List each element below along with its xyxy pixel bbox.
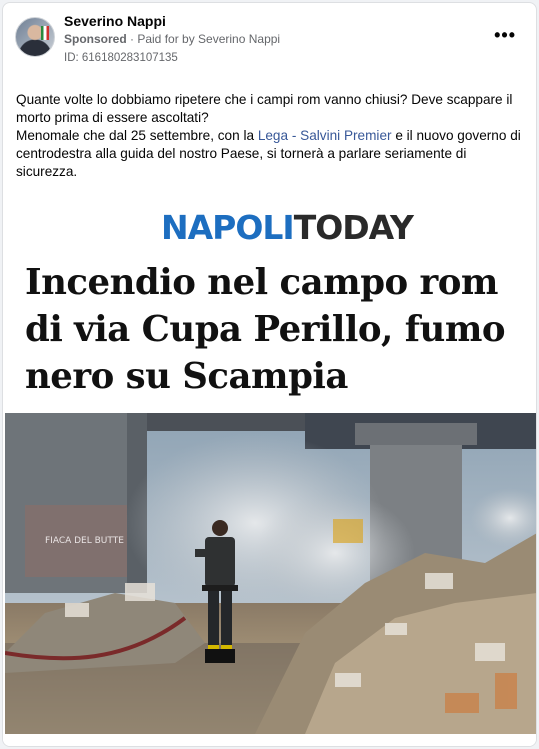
lega-salvini-link[interactable]: Lega - Salvini Premier — [258, 128, 392, 143]
photo-illustration: FIACA DEL BUTTE — [5, 413, 536, 734]
post-meta: Sponsored · Paid for by Severino Nappi — [64, 32, 280, 46]
post-header: Severino Nappi Sponsored · Paid for by S… — [3, 3, 536, 75]
ad-id: ID: 616180283107135 — [64, 52, 178, 64]
post-text-line-1: Quante volte lo dobbiamo ripetere che i … — [16, 92, 513, 125]
text-before-link: Menomale che dal 25 settembre, con la — [16, 128, 258, 143]
post-text: Quante volte lo dobbiamo ripetere che i … — [16, 91, 531, 181]
paid-for-label: · Paid for by Severino Nappi — [126, 32, 281, 46]
flag-icon — [41, 26, 49, 40]
news-headline: Incendio nel campo rom di via Cupa Peril… — [25, 262, 506, 397]
sponsored-label[interactable]: Sponsored — [64, 32, 127, 46]
graffiti-text: FIACA DEL BUTTE — [45, 536, 124, 546]
sponsored-post-card: Severino Nappi Sponsored · Paid for by S… — [2, 2, 537, 747]
napolitoday-logo: NAPOLITODAY — [161, 208, 414, 247]
fire-scene-photo: FIACA DEL BUTTE — [5, 413, 536, 734]
post-image[interactable]: NAPOLITODAY Incendio nel campo rom di vi… — [3, 201, 536, 746]
post-text-line-2: Menomale che dal 25 settembre, con la Le… — [16, 127, 531, 181]
author-avatar[interactable] — [15, 17, 55, 57]
author-name[interactable]: Severino Nappi — [64, 13, 166, 29]
more-options-icon[interactable]: ••• — [494, 25, 516, 46]
logo-part-napoli: NAPOLI — [161, 208, 295, 247]
logo-part-today: TODAY — [293, 208, 414, 247]
